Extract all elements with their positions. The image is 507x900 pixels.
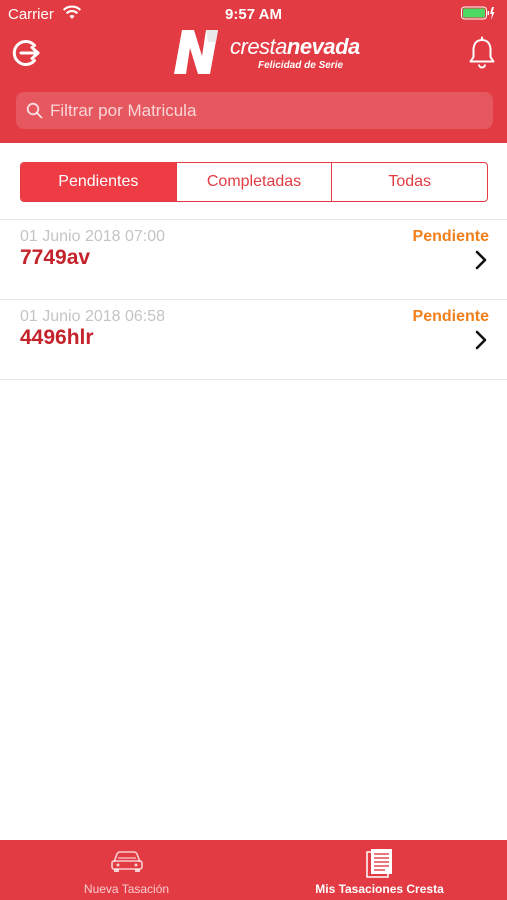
chevron-right-icon: [475, 330, 487, 350]
tab-label: Nueva Tasación: [83, 882, 170, 896]
appraisal-status: Pendiente: [412, 308, 489, 325]
app-header: Carrier 9:57 AM crestanevada Felicidad d…: [0, 0, 507, 143]
appraisal-list: 01 Junio 2018 07:00 7749av Pendiente 01 …: [0, 220, 507, 380]
document-list-icon: [365, 849, 392, 878]
segment-todas[interactable]: Todas: [331, 163, 487, 201]
brand-tagline: Felicidad de Serie: [258, 60, 344, 71]
nav-bar: crestanevada Felicidad de Serie: [0, 28, 507, 78]
tab-nueva-tasacion[interactable]: Nueva Tasación: [0, 840, 253, 900]
car-icon: [110, 851, 143, 872]
appraisal-row[interactable]: 01 Junio 2018 06:58 4496hlr Pendiente: [0, 300, 507, 380]
appraisal-row[interactable]: 01 Junio 2018 07:00 7749av Pendiente: [0, 220, 507, 300]
tab-mis-tasaciones[interactable]: Mis Tasaciones Cresta: [253, 840, 506, 900]
search-bar: [16, 92, 493, 129]
segment-pendientes[interactable]: Pendientes: [21, 163, 176, 201]
logout-icon[interactable]: [10, 36, 44, 70]
bell-icon[interactable]: [467, 36, 497, 70]
appraisal-plate: 7749av: [20, 246, 91, 269]
battery-icon: [461, 6, 495, 20]
brand-name: crestanevada: [230, 34, 360, 59]
status-bar: Carrier 9:57 AM: [0, 0, 507, 28]
appraisal-plate: 4496hlr: [20, 326, 94, 349]
tab-label: Mis Tasaciones Cresta: [315, 882, 444, 896]
search-icon: [26, 102, 43, 119]
segment-completadas[interactable]: Completadas: [175, 163, 332, 201]
status-filter-segmented-control: Pendientes Completadas Todas: [20, 162, 488, 202]
appraisal-date: 01 Junio 2018 06:58: [20, 308, 166, 325]
tab-bar: Nueva Tasación Mis Tasaciones Cresta: [0, 840, 507, 900]
clock: 9:57 AM: [225, 6, 282, 23]
chevron-right-icon: [475, 250, 487, 270]
plate-search-input[interactable]: [50, 92, 480, 129]
logo-n-mark: [174, 30, 218, 74]
cresta-nevada-logo: crestanevada Felicidad de Serie: [172, 28, 372, 78]
appraisal-date: 01 Junio 2018 07:00: [20, 228, 166, 245]
appraisal-status: Pendiente: [412, 228, 489, 245]
